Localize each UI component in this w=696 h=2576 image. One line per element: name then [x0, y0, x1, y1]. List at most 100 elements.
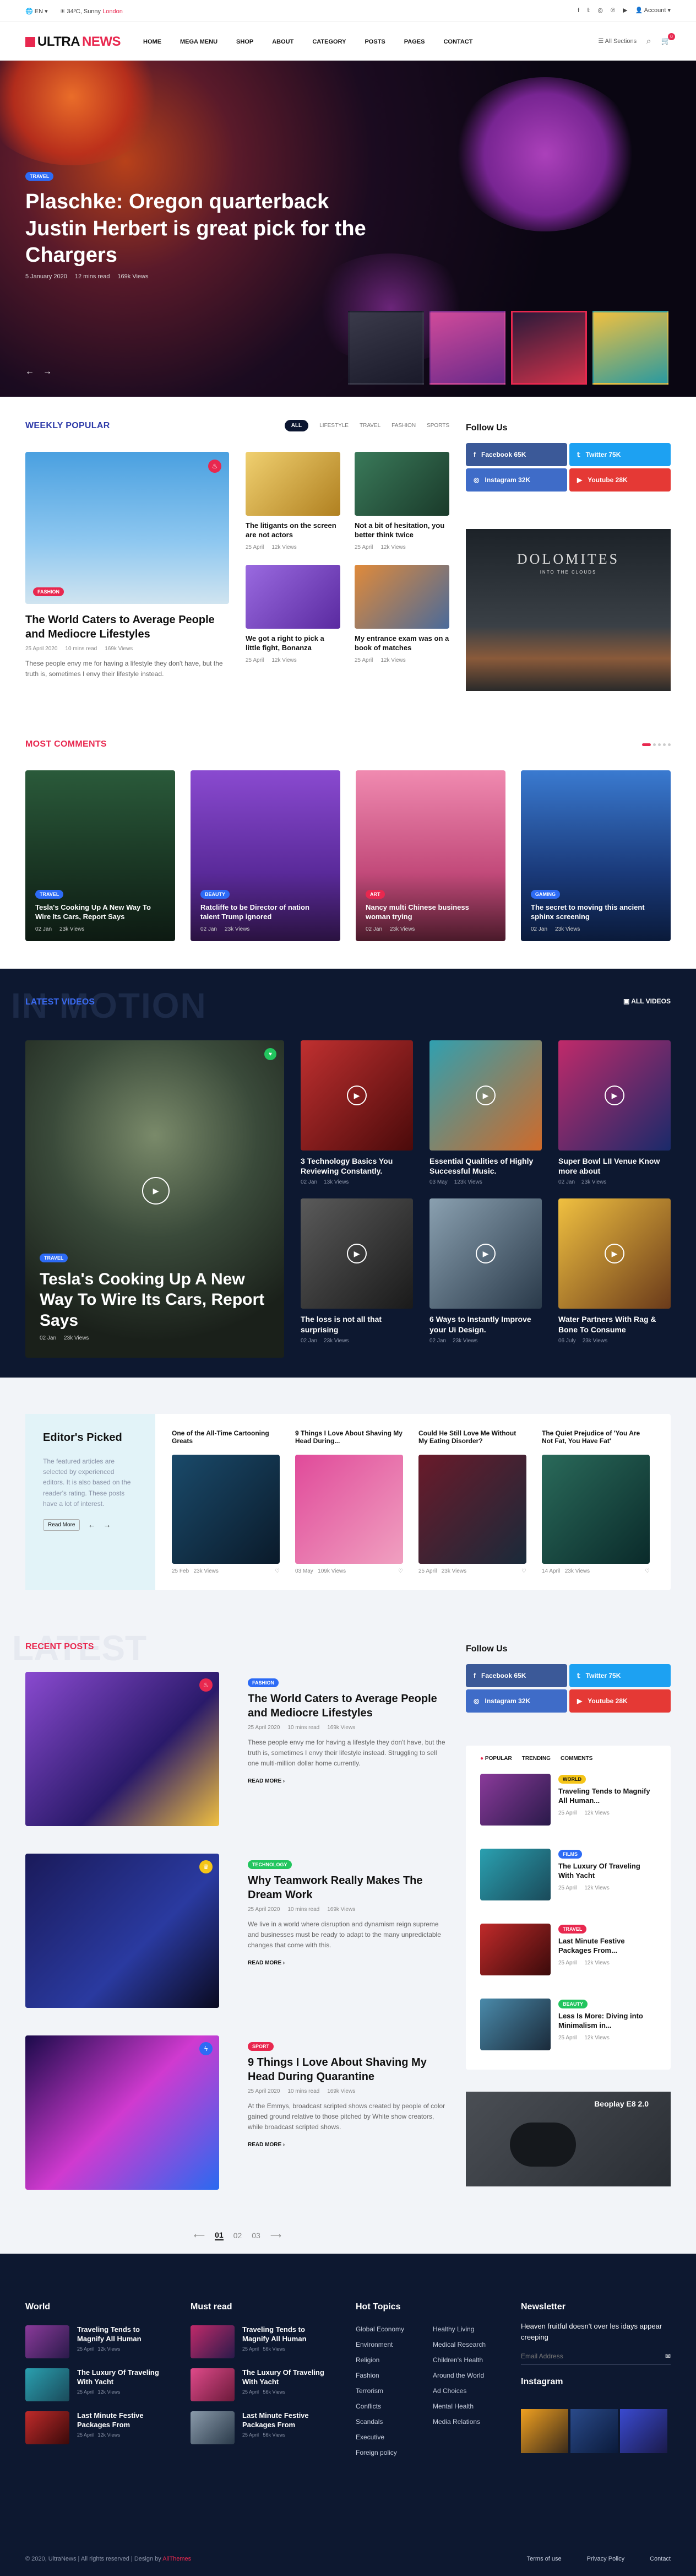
tab-all[interactable]: ALL: [284, 420, 309, 431]
privacy-link[interactable]: Privacy Policy: [587, 2556, 624, 2562]
twitter-icon[interactable]: 𝕥: [587, 7, 590, 14]
hero-category-badge[interactable]: TRAVEL: [25, 172, 54, 181]
pinterest-icon[interactable]: ℗: [611, 7, 615, 14]
card-title[interactable]: Tesla's Cooking Up A New Way To Wire Its…: [35, 903, 165, 922]
terms-link[interactable]: Terms of use: [527, 2556, 562, 2562]
tab-fashion[interactable]: FASHION: [392, 423, 416, 429]
read-more-link[interactable]: READ MORE ›: [248, 1778, 449, 1784]
designer-link[interactable]: AliThemes: [162, 2556, 191, 2562]
card-title[interactable]: Ratcliffe to be Director of nation talen…: [200, 903, 330, 922]
facebook-icon[interactable]: f: [578, 7, 579, 14]
instagram-icon[interactable]: ◎: [597, 7, 603, 14]
menu-home[interactable]: HOME: [143, 39, 161, 45]
twitter-follow-button[interactable]: 𝕥 Twitter 75K: [569, 443, 671, 466]
comment-card[interactable]: ART Nancy multi Chinese business woman tr…: [356, 770, 505, 941]
card-title[interactable]: Could He Still Love Me Without My Eating…: [418, 1429, 526, 1448]
prev-page-icon[interactable]: ⟵: [194, 2231, 205, 2240]
weekly-small-card[interactable]: My entrance exam was on a book of matche…: [355, 564, 449, 663]
newsletter-email-input[interactable]: [521, 2352, 631, 2360]
post-title[interactable]: 9 Things I Love About Shaving My Head Du…: [248, 2055, 449, 2084]
topic-link[interactable]: Medical Research: [433, 2341, 510, 2348]
play-icon[interactable]: ▶: [476, 1244, 496, 1264]
footer-item[interactable]: Last Minute Festive Packages From 25 Apri…: [191, 2411, 334, 2444]
topic-link[interactable]: Ad Choices: [433, 2387, 510, 2395]
heart-icon[interactable]: ♡: [645, 1568, 650, 1574]
video-card[interactable]: ▶ Super Bowl LII Venue Know more about 02 …: [558, 1040, 671, 1185]
footer-item[interactable]: Traveling Tends to Magnify All Human 25 A…: [25, 2325, 168, 2358]
tab-travel[interactable]: TRAVEL: [360, 423, 380, 429]
weekly-main-badge[interactable]: FASHION: [33, 587, 64, 596]
dot[interactable]: [668, 743, 671, 746]
play-icon[interactable]: ▶: [347, 1244, 367, 1264]
post-image[interactable]: ϟ: [25, 2035, 219, 2190]
weekly-main-image[interactable]: FASHION ♨: [25, 452, 229, 604]
page-link-active[interactable]: 01: [215, 2231, 224, 2240]
menu-pages[interactable]: PAGES: [404, 39, 425, 45]
topic-link[interactable]: Executive: [356, 2433, 433, 2441]
popular-item[interactable]: WORLD Traveling Tends to Magnify All Huma…: [480, 1774, 656, 1833]
topic-link[interactable]: Children's Health: [433, 2356, 510, 2364]
next-page-icon[interactable]: ⟶: [270, 2231, 281, 2240]
ad-banner-dolomites[interactable]: DOLOMITES INTO THE CLOUDS: [466, 529, 671, 691]
instagram-follow-button[interactable]: ◎ Instagram 32K: [466, 1689, 567, 1713]
topic-link[interactable]: Environment: [356, 2341, 433, 2348]
youtube-follow-button[interactable]: ▶ Youtube 28K: [569, 1689, 671, 1713]
menu-category[interactable]: CATEGORY: [312, 39, 346, 45]
instagram-photo[interactable]: [620, 2409, 667, 2453]
prev-arrow-icon[interactable]: ←: [25, 367, 34, 377]
card-title[interactable]: The secret to moving this ancient sphinx…: [531, 903, 661, 922]
video-title[interactable]: Super Bowl LII Venue Know more about: [558, 1156, 671, 1176]
heart-icon[interactable]: ♡: [521, 1568, 526, 1574]
topic-link[interactable]: Foreign policy: [356, 2449, 433, 2456]
card-title[interactable]: Not a bit of hesitation, you better thin…: [355, 521, 449, 540]
dot[interactable]: [663, 743, 666, 746]
page-link[interactable]: 02: [233, 2231, 242, 2240]
tab-sports[interactable]: SPORTS: [427, 423, 449, 429]
card-badge[interactable]: TRAVEL: [35, 890, 64, 899]
topic-link[interactable]: Mental Health: [433, 2402, 510, 2410]
all-sections-button[interactable]: ☰ All Sections: [598, 37, 637, 45]
video-title[interactable]: The loss is not all that surprising: [301, 1314, 413, 1334]
post-badge[interactable]: TECHNOLOGY: [248, 1860, 292, 1869]
next-arrow-icon[interactable]: →: [103, 1520, 111, 1529]
facebook-follow-button[interactable]: f Facebook 65K: [466, 443, 567, 466]
footer-item[interactable]: The Luxury Of Traveling With Yacht 25 Apr…: [191, 2368, 334, 2401]
heart-icon[interactable]: ♡: [398, 1568, 403, 1574]
footer-item[interactable]: The Luxury Of Traveling With Yacht 25 Apr…: [25, 2368, 168, 2401]
topic-link[interactable]: Global Economy: [356, 2325, 433, 2333]
main-video-card[interactable]: ▶ ♥ TRAVEL Tesla's Cooking Up A New Way …: [25, 1040, 284, 1358]
video-card[interactable]: ▶ 6 Ways to Instantly Improve your Ui Des…: [429, 1198, 542, 1344]
account-menu[interactable]: 👤 Account ▾: [635, 7, 671, 14]
popular-item[interactable]: BEAUTY Less Is More: Diving into Minimali…: [480, 1983, 656, 2058]
tab-comments[interactable]: COMMENTS: [561, 1756, 592, 1762]
all-videos-link[interactable]: ▣ ALL VIDEOS: [623, 997, 671, 1005]
card-title[interactable]: The litigants on the screen are not acto…: [246, 521, 340, 540]
footer-item[interactable]: Traveling Tends to Magnify All Human 25 A…: [191, 2325, 334, 2358]
language-selector[interactable]: 🌐 EN ▾: [25, 8, 48, 15]
search-icon[interactable]: ⌕: [646, 36, 651, 46]
popular-item[interactable]: FILMS The Luxury Of Traveling With Yacht 2…: [480, 1833, 656, 1908]
weekly-small-card[interactable]: Not a bit of hesitation, you better thin…: [355, 452, 449, 550]
topic-link[interactable]: Media Relations: [433, 2418, 510, 2426]
facebook-follow-button[interactable]: f Facebook 65K: [466, 1664, 567, 1687]
topic-link[interactable]: Scandals: [356, 2418, 433, 2426]
post-title[interactable]: Why Teamwork Really Makes The Dream Work: [248, 1873, 449, 1902]
topic-link[interactable]: Terrorism: [356, 2387, 433, 2395]
card-badge[interactable]: GAMING: [531, 890, 560, 899]
read-more-button[interactable]: Read More: [43, 1519, 80, 1531]
editors-card[interactable]: Could He Still Love Me Without My Eating…: [418, 1429, 526, 1574]
hero-thumbnail-active[interactable]: [511, 311, 587, 385]
video-title[interactable]: 3 Technology Basics You Reviewing Consta…: [301, 1156, 413, 1176]
hero-title[interactable]: Plaschke: Oregon quarterback Justin Herb…: [25, 188, 367, 269]
play-icon[interactable]: ▶: [476, 1086, 496, 1105]
prev-arrow-icon[interactable]: ←: [88, 1520, 95, 1529]
card-badge[interactable]: ART: [366, 890, 385, 899]
tab-popular[interactable]: ● POPULAR: [480, 1756, 512, 1762]
dot[interactable]: [658, 743, 661, 746]
popular-item[interactable]: TRAVEL Last Minute Festive Packages From.…: [480, 1908, 656, 1983]
card-title[interactable]: One of the All-Time Cartooning Greats: [172, 1429, 280, 1448]
comment-card[interactable]: TRAVEL Tesla's Cooking Up A New Way To Wi…: [25, 770, 175, 941]
post-badge[interactable]: SPORT: [248, 2042, 274, 2051]
hero-thumbnail[interactable]: [429, 311, 505, 385]
menu-mega[interactable]: MEGA MENU: [180, 39, 218, 45]
